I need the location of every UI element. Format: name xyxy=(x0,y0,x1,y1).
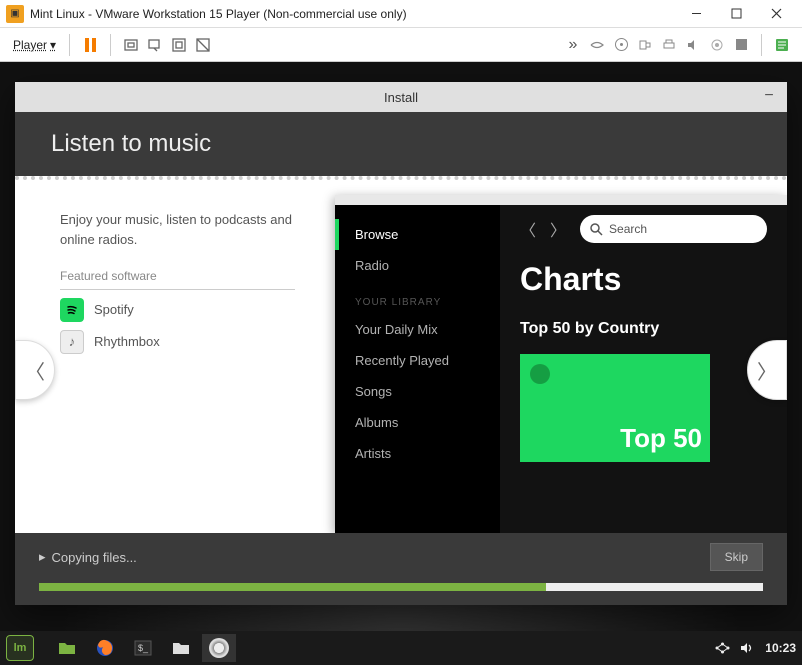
floppy-icon[interactable] xyxy=(729,33,753,57)
sidebar-browse[interactable]: Browse xyxy=(335,219,500,250)
cd-icon[interactable] xyxy=(609,33,633,57)
record-icon[interactable] xyxy=(705,33,729,57)
network-tray-icon[interactable] xyxy=(715,641,730,655)
spotify-sidebar: Browse Radio YOUR LIBRARY Your Daily Mix… xyxy=(335,205,500,533)
sidebar-daily-mix[interactable]: Your Daily Mix xyxy=(335,314,500,345)
sidebar-radio[interactable]: Radio xyxy=(335,250,500,281)
install-header: Listen to music xyxy=(15,112,787,176)
install-titlebar[interactable]: Install − xyxy=(15,82,787,112)
disc-icon xyxy=(209,638,229,658)
top50-card[interactable]: Top 50 xyxy=(520,354,710,462)
install-title: Install xyxy=(384,90,418,105)
separator xyxy=(69,34,70,56)
featured-header: Featured software xyxy=(60,267,295,290)
disk-icon[interactable] xyxy=(585,33,609,57)
notes-button[interactable] xyxy=(770,33,794,57)
taskbar-installer[interactable] xyxy=(202,634,236,662)
skip-button[interactable]: Skip xyxy=(710,543,763,571)
sidebar-library-header: YOUR LIBRARY xyxy=(335,281,500,314)
card-text: Top 50 xyxy=(620,423,702,454)
sidebar-songs[interactable]: Songs xyxy=(335,376,500,407)
network-icon[interactable]: » xyxy=(561,33,585,57)
spotify-main: 〈 〉 Search Charts Top 50 by Country Top … xyxy=(500,205,787,533)
install-minimize-button[interactable]: − xyxy=(759,86,779,106)
vmware-icon: ▣ xyxy=(6,5,24,23)
usb-icon[interactable] xyxy=(633,33,657,57)
spotify-navbar: 〈 〉 Search xyxy=(520,215,767,243)
install-status[interactable]: ▸ Copying files... xyxy=(39,549,137,565)
spotify-preview: Browse Radio YOUR LIBRARY Your Daily Mix… xyxy=(335,195,787,533)
player-menu-label: Player xyxy=(13,38,47,52)
volume-tray-icon[interactable] xyxy=(740,641,755,655)
mint-taskbar: lm $_ 10:23 xyxy=(0,631,802,665)
taskbar-firefox[interactable] xyxy=(88,634,122,662)
clock[interactable]: 10:23 xyxy=(765,641,796,655)
svg-text:$_: $_ xyxy=(138,643,149,653)
vmware-title: Mint Linux - VMware Workstation 15 Playe… xyxy=(30,7,676,21)
mint-menu-button[interactable]: lm xyxy=(6,635,34,661)
software-label: Rhythmbox xyxy=(94,332,160,352)
send-key-button[interactable] xyxy=(119,33,143,57)
intro-text: Enjoy your music, listen to podcasts and… xyxy=(60,210,295,249)
install-body-left: Enjoy your music, listen to podcasts and… xyxy=(60,210,295,362)
separator xyxy=(110,34,111,56)
carousel-prev-button[interactable]: 〈 xyxy=(15,340,55,400)
progress-fill xyxy=(39,583,546,591)
sidebar-albums[interactable]: Albums xyxy=(335,407,500,438)
pause-vm-button[interactable] xyxy=(78,33,102,57)
taskbar-terminal[interactable]: $_ xyxy=(126,634,160,662)
vmware-toolbar: Player ▾ » xyxy=(0,28,802,62)
sound-icon[interactable] xyxy=(681,33,705,57)
install-body: Enjoy your music, listen to podcasts and… xyxy=(15,176,787,533)
progress-bar xyxy=(39,583,763,591)
search-icon xyxy=(590,223,603,236)
system-tray: 10:23 xyxy=(715,641,796,655)
software-item-spotify[interactable]: Spotify xyxy=(60,298,295,322)
expand-icon: ▸ xyxy=(39,549,46,565)
charts-subtitle: Top 50 by Country xyxy=(520,320,767,338)
taskbar-files[interactable] xyxy=(50,634,84,662)
minimize-button[interactable] xyxy=(676,1,716,27)
rhythmbox-icon: ♪ xyxy=(60,330,84,354)
separator xyxy=(761,34,762,56)
guest-desktop: Install − Listen to music Enjoy your mus… xyxy=(0,62,802,665)
sidebar-recently-played[interactable]: Recently Played xyxy=(335,345,500,376)
printer-icon[interactable] xyxy=(657,33,681,57)
maximize-button[interactable] xyxy=(716,1,756,27)
nav-back-icon[interactable]: 〈 xyxy=(520,217,536,241)
spotify-search[interactable]: Search xyxy=(580,215,767,243)
spotify-logo-icon xyxy=(530,364,550,384)
spotify-icon xyxy=(60,298,84,322)
close-button[interactable] xyxy=(756,1,796,27)
software-label: Spotify xyxy=(94,300,134,320)
fullscreen-button[interactable] xyxy=(167,33,191,57)
sidebar-artists[interactable]: Artists xyxy=(335,438,500,469)
nav-forward-icon[interactable]: 〉 xyxy=(550,217,566,241)
search-placeholder: Search xyxy=(609,222,647,236)
unity-button[interactable] xyxy=(191,33,215,57)
taskbar-files-alt[interactable] xyxy=(164,634,198,662)
software-item-rhythmbox[interactable]: ♪ Rhythmbox xyxy=(60,330,295,354)
player-menu[interactable]: Player ▾ xyxy=(8,35,61,55)
status-text: Copying files... xyxy=(52,550,137,565)
vmware-titlebar: ▣ Mint Linux - VMware Workstation 15 Pla… xyxy=(0,0,802,28)
install-window: Install − Listen to music Enjoy your mus… xyxy=(15,82,787,605)
snapshot-button[interactable] xyxy=(143,33,167,57)
install-footer: ▸ Copying files... Skip xyxy=(15,533,787,605)
charts-title: Charts xyxy=(520,261,767,298)
chevron-down-icon: ▾ xyxy=(50,38,56,52)
